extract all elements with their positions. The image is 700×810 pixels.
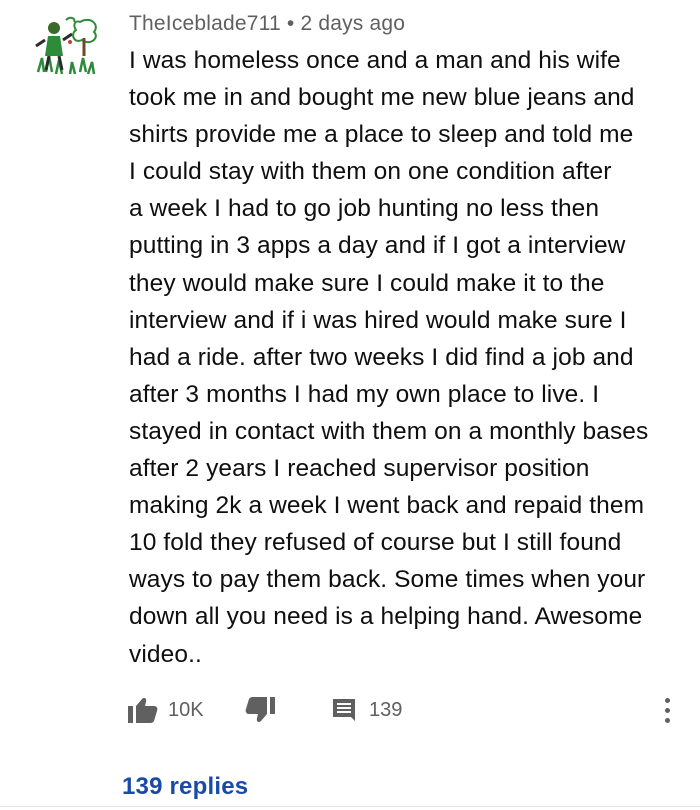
like-count: 10K: [168, 698, 204, 721]
more-options-button[interactable]: [657, 690, 677, 730]
comment-actions: 10K 139: [124, 690, 684, 730]
comment-line: I was homeless once and a man and his wi…: [129, 47, 621, 74]
comment-line: had a ride. after two weeks I did find a…: [129, 343, 634, 371]
thumbs-up-icon: [128, 698, 158, 723]
avatar[interactable]: [30, 12, 102, 84]
thumbs-down-icon: [245, 697, 275, 722]
comment-line: putting in 3 apps a day and if I got a i…: [129, 232, 626, 260]
comment-header: TheIceblade711 • 2 days ago: [129, 12, 405, 36]
more-vertical-icon: [664, 697, 670, 703]
like-button[interactable]: 10K: [128, 690, 204, 730]
comment-line: after 3 months I had my own place to liv…: [129, 380, 600, 408]
comment-line: after 2 years I reached supervisor posit…: [129, 455, 590, 483]
comment-body: I was homeless once and a man and his wi…: [129, 42, 684, 673]
avatar-drawing-icon: [30, 12, 102, 84]
meta-separator: •: [286, 12, 295, 35]
reply-count: 139: [369, 698, 403, 721]
comment-line: video..: [129, 640, 202, 668]
comment-line: I could stay with them on one condition …: [129, 158, 612, 186]
username[interactable]: TheIceblade711: [129, 12, 281, 35]
comment-icon: [333, 699, 355, 721]
timestamp[interactable]: 2 days ago: [300, 12, 405, 35]
divider: [0, 806, 700, 807]
dislike-button[interactable]: [245, 690, 275, 730]
comment-item: TheIceblade711 • 2 days ago I was homeless…: [0, 0, 700, 810]
comment-line: making 2k a week I went back and repaid …: [129, 492, 645, 520]
reply-button[interactable]: 139: [332, 690, 402, 730]
comment-line: 10 fold they refused of course but I sti…: [129, 529, 622, 557]
view-replies-link[interactable]: 139 replies: [122, 773, 248, 801]
comment-line: down all you need is a helping hand. Awe…: [129, 603, 643, 631]
more-vertical-icon-dot: [664, 707, 670, 713]
comment-line: they would make sure I could make it to …: [129, 269, 605, 297]
more-vertical-icon-dot: [664, 717, 670, 723]
comment-line: stayed in contact with them on a monthly…: [129, 417, 649, 445]
comment-line: interview and if i was hired would make …: [129, 306, 627, 334]
comment-line: a week I had to go job hunting no less t…: [129, 195, 600, 223]
comment-line: shirts provide me a place to sleep and t…: [129, 121, 634, 149]
comment-line: ways to pay them back. Some times when y…: [129, 566, 646, 594]
comment-line: took me in and bought me new blue jeans …: [129, 84, 635, 112]
